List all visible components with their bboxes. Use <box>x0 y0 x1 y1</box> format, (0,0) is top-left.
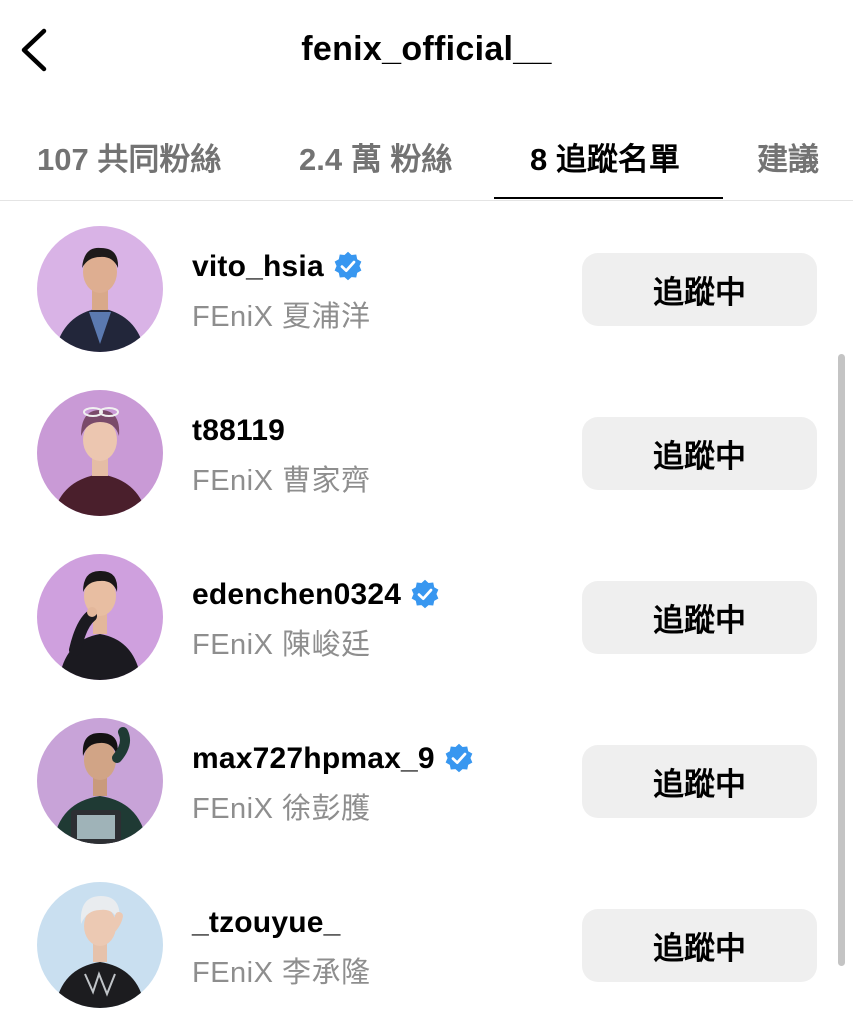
full-name: FEniX 陳峻廷 <box>192 629 371 661</box>
list-item[interactable]: _tzouyue_ FEniX 李承隆 追蹤中 <box>0 857 853 1021</box>
full-name: FEniX 徐彭臒 <box>192 793 371 825</box>
tab-mutual-followers[interactable]: 107 共同粉絲 <box>37 134 221 179</box>
tab-suggested[interactable]: 建議 <box>757 134 819 179</box>
list-item[interactable]: vito_hsia FEniX 夏浦洋 追蹤中 <box>0 201 853 365</box>
following-button[interactable]: 追蹤中 <box>582 909 817 982</box>
avatar[interactable] <box>37 226 163 352</box>
username[interactable]: _tzouyue_ <box>192 906 341 940</box>
following-button[interactable]: 追蹤中 <box>582 581 817 654</box>
verified-badge-icon <box>411 579 439 609</box>
full-name: FEniX 夏浦洋 <box>192 301 371 333</box>
username[interactable]: max727hpmax_9 <box>192 742 435 776</box>
avatar[interactable] <box>37 882 163 1008</box>
scrollbar[interactable] <box>838 354 845 966</box>
following-button[interactable]: 追蹤中 <box>582 253 817 326</box>
verified-badge-icon <box>334 251 362 281</box>
username[interactable]: vito_hsia <box>192 250 324 284</box>
full-name: FEniX 李承隆 <box>192 957 371 989</box>
tab-bar: 107 共同粉絲 2.4 萬 粉絲 8 追蹤名單 建議 <box>0 104 853 201</box>
username[interactable]: edenchen0324 <box>192 578 401 612</box>
following-button[interactable]: 追蹤中 <box>582 745 817 818</box>
full-name: FEniX 曹家齊 <box>192 465 371 497</box>
active-tab-indicator <box>494 197 723 199</box>
verified-badge-icon <box>445 743 473 773</box>
page-title: fenix_official__ <box>301 30 552 68</box>
avatar[interactable] <box>37 718 163 844</box>
list-item[interactable]: t88119 FEniX 曹家齊 追蹤中 <box>0 365 853 529</box>
list-item[interactable]: edenchen0324 FEniX 陳峻廷 追蹤中 <box>0 529 853 693</box>
following-button[interactable]: 追蹤中 <box>582 417 817 490</box>
following-list: vito_hsia FEniX 夏浦洋 追蹤中 t88119 FEniX 曹家齊 <box>0 201 853 1024</box>
avatar[interactable] <box>37 554 163 680</box>
list-item[interactable]: max727hpmax_9 FEniX 徐彭臒 追蹤中 <box>0 693 853 857</box>
tab-following[interactable]: 8 追蹤名單 <box>530 134 680 179</box>
tab-followers[interactable]: 2.4 萬 粉絲 <box>299 134 452 179</box>
avatar[interactable] <box>37 390 163 516</box>
header: fenix_official__ <box>0 0 853 104</box>
username[interactable]: t88119 <box>192 414 285 448</box>
